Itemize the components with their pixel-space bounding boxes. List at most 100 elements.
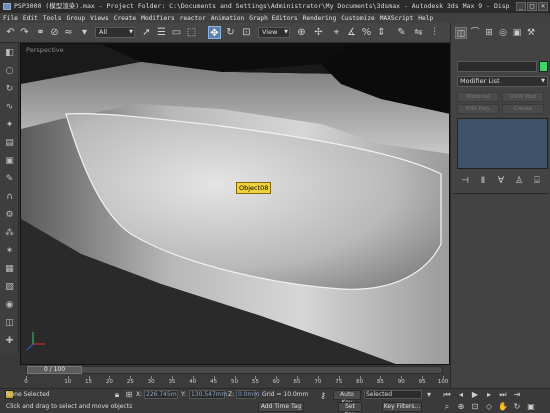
menu-group[interactable]: Group [66, 15, 85, 22]
previous-frame-icon[interactable]: ◂ [456, 390, 466, 400]
create-tab-icon[interactable]: ◫ [455, 27, 467, 39]
play-icon[interactable]: ▶ [470, 390, 480, 400]
y-coordinate-field[interactable]: 130.547mm [189, 390, 228, 399]
key-mode-toggle-icon[interactable]: ⇥ [512, 390, 522, 400]
rotate-tool-icon[interactable]: ↻ [3, 83, 16, 95]
named-selection-icon[interactable]: ✎ [395, 26, 408, 39]
menu-create[interactable]: Create [114, 15, 136, 22]
create-button[interactable]: Create [502, 104, 544, 114]
align-icon[interactable]: ⫶ [428, 26, 441, 39]
ref-coord-dropdown[interactable]: View ▼ [258, 27, 290, 38]
x-coordinate-field[interactable]: 226.745m [144, 390, 178, 399]
make-unique-icon[interactable]: ∀ [495, 175, 507, 187]
lock-selection-icon[interactable]: 🔒︎ [112, 390, 122, 400]
path-icon[interactable]: ∿ [3, 101, 16, 113]
go-to-start-icon[interactable]: ⏮ [442, 390, 452, 400]
uvw-map-button[interactable]: UVW Map [502, 92, 544, 102]
undo-icon[interactable]: ↶ [4, 26, 17, 39]
create-geometry-icon[interactable]: ◧ [3, 47, 16, 59]
select-by-name-icon[interactable]: ☰ [155, 26, 168, 39]
menu-file[interactable]: File [3, 15, 18, 22]
go-to-end-icon[interactable]: ⏭ [498, 390, 508, 400]
shape-icon[interactable]: ○ [3, 65, 16, 77]
key-mode-dropdown[interactable]: Selected [364, 390, 422, 399]
redo-icon[interactable]: ↷ [18, 26, 31, 39]
particle-icon[interactable]: ⁂ [3, 227, 16, 239]
star-icon[interactable]: ✶ [3, 245, 16, 257]
zoom-icon[interactable]: ⌕ [442, 402, 452, 412]
select-rotate-icon[interactable]: ↻ [224, 26, 237, 39]
modifier-stack[interactable] [457, 118, 548, 169]
menu-customize[interactable]: Customize [341, 15, 375, 22]
chevron-down-icon[interactable]: ▾ [424, 390, 434, 400]
remove-modifier-icon[interactable]: ♙ [513, 175, 525, 187]
next-frame-icon[interactable]: ▸ [484, 390, 494, 400]
select-object-icon[interactable]: ➚ [140, 26, 153, 39]
maximize-icon[interactable]: □ [527, 2, 537, 11]
edit-poly-button[interactable]: Edit Poly [457, 104, 499, 114]
render-icon[interactable]: ◉ [3, 299, 16, 311]
menu-views[interactable]: Views [90, 15, 109, 22]
menu-animation[interactable]: Animation [211, 15, 245, 22]
utility-icon[interactable]: ✚ [3, 335, 16, 347]
motion-tab-icon[interactable]: ◎ [497, 27, 509, 39]
magnet-icon[interactable]: ∩ [3, 191, 16, 203]
layers-icon[interactable]: ▤ [3, 137, 16, 149]
utilities-tab-icon[interactable]: ⚒ [525, 27, 537, 39]
gear-icon[interactable]: ⚙ [3, 209, 16, 221]
pin-stack-icon[interactable]: ⊣ [459, 175, 471, 187]
perspective-viewport[interactable]: Perspective Object08 [20, 43, 450, 365]
pivot-center-icon[interactable]: ⊕ [295, 26, 308, 39]
modify-tab-icon[interactable]: ⌒ [469, 27, 481, 39]
viewport-label[interactable]: Perspective [26, 46, 64, 54]
grid-icon[interactable]: ▦ [3, 263, 16, 275]
menu-reactor[interactable]: reactor [180, 15, 206, 22]
menu-modifiers[interactable]: Modifiers [141, 15, 175, 22]
orbit-icon[interactable]: ↻ [512, 402, 522, 412]
menu-help[interactable]: Help [418, 15, 433, 22]
track-bar[interactable]: 0 10 15 20 25 30 35 40 45 50 55 60 65 70 75 80 85 90 95 100 [24, 376, 448, 386]
configure-sets-icon[interactable]: ⌸ [531, 175, 543, 187]
manipulate-icon[interactable]: ✢ [312, 26, 325, 39]
snap-toggle-icon[interactable]: ⌖ [330, 26, 343, 39]
z-coordinate-field[interactable]: 0.0mm [236, 390, 259, 399]
key-filters-button[interactable]: Key Filters... [382, 402, 422, 412]
display-tab-icon[interactable]: ▣ [511, 27, 523, 39]
key-icon[interactable]: ⚷ [318, 391, 328, 401]
menu-graph-editors[interactable]: Graph Editors [249, 15, 297, 22]
bind-space-warp-icon[interactable]: ≈ [62, 26, 75, 39]
modifier-list-dropdown[interactable]: Modifier List ▼ [457, 76, 548, 87]
menu-edit[interactable]: Edit [23, 15, 38, 22]
auto-key-button[interactable]: Auto Key [333, 390, 361, 406]
show-end-result-icon[interactable]: Ⅱ [477, 175, 489, 187]
object-color-swatch[interactable] [539, 61, 548, 72]
menu-maxscript[interactable]: MAXScript [380, 15, 414, 22]
window-crossing-icon[interactable]: ⬚ [185, 26, 198, 39]
maximize-viewport-icon[interactable]: ▣ [526, 402, 536, 412]
box-icon[interactable]: ▣ [3, 155, 16, 167]
percent-snap-icon[interactable]: % [360, 26, 373, 39]
zoom-extents-icon[interactable]: ⊡ [470, 402, 480, 412]
cloth-icon[interactable]: ▧ [3, 281, 16, 293]
select-link-icon[interactable]: ⚭ [34, 26, 47, 39]
menu-tools[interactable]: Tools [43, 15, 62, 22]
absolute-mode-icon[interactable]: ⊞ [124, 390, 134, 400]
time-slider[interactable]: 0 / 100 [26, 366, 443, 374]
add-time-tag-button[interactable]: Add Time Tag [258, 402, 304, 412]
select-move-icon[interactable]: ✥ [208, 26, 221, 39]
time-slider-thumb[interactable]: 0 / 100 [27, 366, 82, 374]
rect-selection-icon[interactable]: ▭ [170, 26, 183, 39]
menu-rendering[interactable]: Rendering [303, 15, 337, 22]
select-scale-icon[interactable]: ⊡ [240, 26, 253, 39]
camera-icon[interactable]: ◫ [3, 317, 16, 329]
object-name-field[interactable] [457, 61, 537, 72]
material-button[interactable]: Material [457, 92, 499, 102]
brush-icon[interactable]: ✎ [3, 173, 16, 185]
spinner-snap-icon[interactable]: ⇕ [375, 26, 388, 39]
minimize-icon[interactable]: _ [516, 2, 526, 11]
angle-snap-icon[interactable]: ∡ [345, 26, 358, 39]
unlink-icon[interactable]: ⊘ [48, 26, 61, 39]
field-of-view-icon[interactable]: ◇ [484, 402, 494, 412]
close-icon[interactable]: × [538, 2, 548, 11]
light-icon[interactable]: ✦ [3, 119, 16, 131]
